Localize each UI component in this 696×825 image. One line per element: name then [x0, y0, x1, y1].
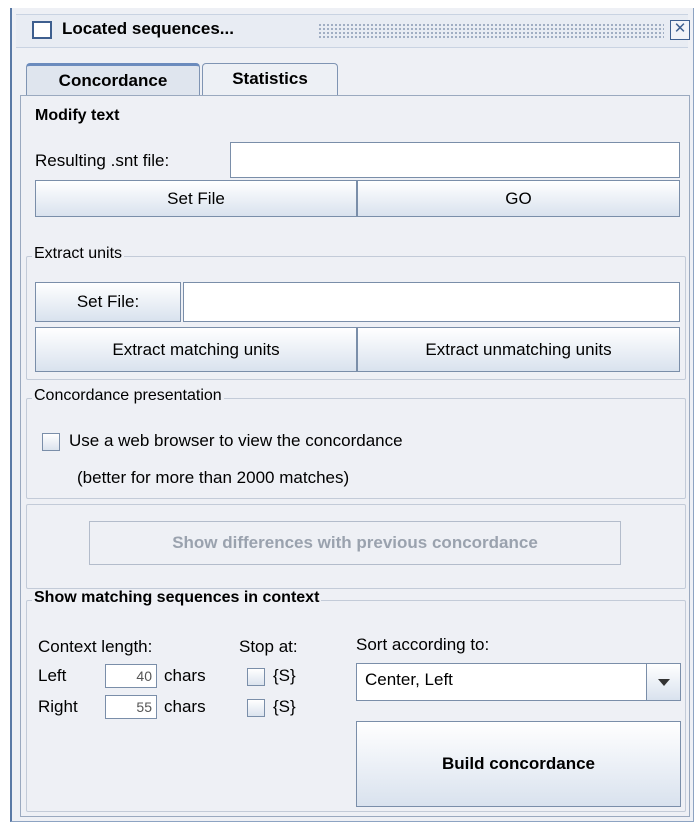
tab-panel: Modify text Resulting .snt file: Set Fil…: [20, 95, 690, 817]
go-button[interactable]: GO: [357, 180, 680, 217]
extract-set-file-button[interactable]: Set File:: [35, 282, 181, 322]
title-bar-grip[interactable]: [318, 23, 664, 39]
extract-matching-button[interactable]: Extract matching units: [35, 327, 357, 372]
left-context-input[interactable]: 40: [105, 664, 157, 688]
stop-right-checkbox[interactable]: [247, 699, 265, 717]
modify-text-heading: Modify text: [35, 107, 120, 124]
title-bar[interactable]: Located sequences... ✕: [16, 14, 690, 48]
stop-left-checkbox[interactable]: [247, 668, 265, 686]
sort-select[interactable]: Center, Left: [356, 663, 681, 701]
right-context-input[interactable]: 55: [105, 695, 157, 719]
window-title: Located sequences...: [62, 19, 234, 38]
modify-set-file-button[interactable]: Set File: [35, 180, 357, 217]
close-icon[interactable]: ✕: [670, 20, 690, 40]
web-browser-checkbox-label: Use a web browser to view the concordanc…: [69, 431, 403, 450]
extract-unmatching-button[interactable]: Extract unmatching units: [357, 327, 680, 372]
sort-label: Sort according to:: [356, 635, 490, 654]
window-icon: [32, 21, 52, 39]
sort-selected-value: Center, Left: [365, 670, 453, 689]
extract-file-input[interactable]: [183, 282, 680, 322]
extract-units-legend: Extract units: [32, 245, 125, 263]
context-length-label: Context length:: [38, 637, 153, 656]
left-chars-label: chars: [164, 666, 206, 685]
tab-concordance[interactable]: Concordance: [26, 63, 200, 95]
stop-at-label: Stop at:: [239, 637, 298, 656]
concordance-presentation-legend: Concordance presentation: [32, 387, 224, 405]
right-chars-label: chars: [164, 697, 206, 716]
stop-left-label: {S}: [273, 666, 296, 685]
build-concordance-button[interactable]: Build concordance: [356, 721, 681, 807]
right-label: Right: [38, 697, 78, 716]
web-browser-checkbox[interactable]: [42, 433, 60, 451]
context-legend: Show matching sequences in context: [32, 589, 322, 607]
tab-statistics[interactable]: Statistics: [202, 63, 338, 95]
resulting-snt-label: Resulting .snt file:: [35, 151, 170, 170]
web-browser-hint: (better for more than 2000 matches): [77, 468, 350, 487]
chevron-down-icon[interactable]: [646, 664, 680, 700]
left-label: Left: [38, 666, 67, 685]
stop-right-label: {S}: [273, 697, 296, 716]
show-differences-button[interactable]: Show differences with previous concordan…: [89, 521, 621, 565]
resulting-snt-input[interactable]: [230, 142, 680, 178]
